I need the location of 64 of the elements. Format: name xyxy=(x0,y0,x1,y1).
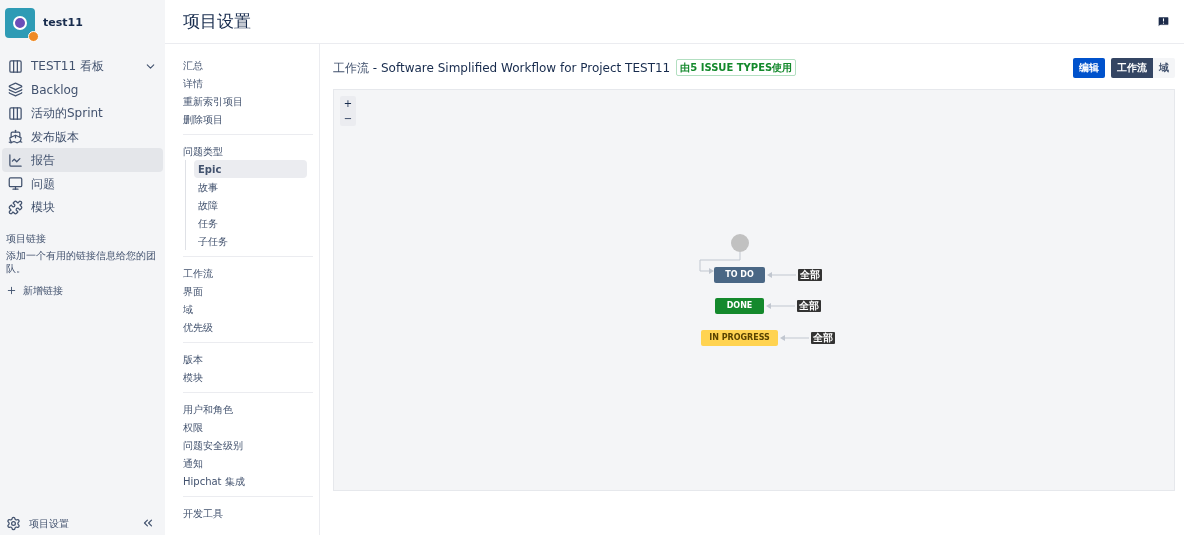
status-node[interactable]: IN PROGRESS xyxy=(701,330,778,346)
sidebar-item[interactable]: 活动的Sprint xyxy=(2,101,163,125)
zoom-button[interactable]: − xyxy=(340,111,356,126)
settings-nav-item[interactable]: 模块 xyxy=(183,368,313,386)
settings-nav-item[interactable]: 权限 xyxy=(183,418,313,436)
transition-arrow xyxy=(780,335,809,341)
footer-label[interactable]: 项目设置 xyxy=(29,515,133,531)
settings-nav-item[interactable]: 通知 xyxy=(183,454,313,472)
settings-nav-item[interactable]: 任务 xyxy=(194,214,307,232)
sidebar-item[interactable]: Backlog xyxy=(2,77,163,102)
toolbar-button[interactable]: 编辑 xyxy=(1073,57,1105,78)
settings-nav-item[interactable]: 域 xyxy=(183,300,313,318)
settings-nav-item[interactable]: 详情 xyxy=(183,74,313,92)
status-node[interactable]: TO DO xyxy=(714,267,765,283)
zoom-button[interactable]: + xyxy=(340,96,356,111)
transition-label: 全部 xyxy=(797,300,821,312)
plus-icon xyxy=(6,284,17,296)
transition-label: 全部 xyxy=(811,332,835,344)
settings-nav-item[interactable]: 界面 xyxy=(183,282,313,300)
initial-transition xyxy=(698,252,741,276)
columns-icon xyxy=(8,105,23,121)
settings-nav-item[interactable]: Epic xyxy=(194,160,307,178)
toolbar-button[interactable]: 域 xyxy=(1153,57,1175,78)
settings-nav-item[interactable]: 用户和角色 xyxy=(183,400,313,418)
settings-nav-item[interactable]: 删除项目 xyxy=(183,110,313,128)
add-link-button[interactable]: 新增链接 xyxy=(0,282,165,298)
sidebar-item[interactable]: 问题 xyxy=(2,171,163,196)
page-title: 项目设置 xyxy=(183,9,251,33)
settings-nav-item[interactable]: 工作流 xyxy=(183,264,313,282)
settings-nav-item[interactable]: 优先级 xyxy=(183,318,313,336)
settings-nav-item[interactable]: 开发工具 xyxy=(183,504,313,522)
puzzle-icon xyxy=(8,199,23,215)
settings-nav-item[interactable]: 汇总 xyxy=(183,56,313,74)
links-title: 项目链接 xyxy=(5,231,47,246)
sidebar-item[interactable]: 发布版本 xyxy=(2,124,163,149)
ship-icon xyxy=(8,129,23,144)
settings-nav-item[interactable]: Hipchat 集成 xyxy=(183,472,313,490)
settings-nav-item[interactable]: 版本 xyxy=(183,350,313,368)
toolbar-button[interactable]: 工作流 xyxy=(1111,57,1153,78)
workflow-title: 工作流 - Software Simplified Workflow for Project TEST11 xyxy=(333,59,671,77)
transition-arrow xyxy=(767,272,796,278)
settings-icon xyxy=(6,515,21,531)
settings-nav-item[interactable]: 故事 xyxy=(194,178,307,196)
sidebar-item[interactable]: 报告 xyxy=(2,148,163,172)
transition-arrow xyxy=(766,303,795,309)
monitor-icon xyxy=(8,176,23,191)
project-name: test11 xyxy=(43,14,83,31)
settings-nav-item[interactable]: 子任务 xyxy=(194,232,307,250)
start-node xyxy=(731,234,749,252)
transition-label: 全部 xyxy=(798,269,822,281)
board-icon xyxy=(8,58,23,74)
settings-nav-item[interactable]: 故障 xyxy=(194,196,307,214)
feedback-icon[interactable] xyxy=(1157,15,1170,28)
usage-badge: 由5 ISSUE TYPES使用 xyxy=(676,59,797,76)
settings-nav-item[interactable]: 问题类型 xyxy=(183,142,313,160)
stack-icon xyxy=(8,82,23,97)
sidebar-item[interactable]: TEST11 看板 xyxy=(2,54,163,78)
collapse-icon[interactable] xyxy=(141,516,155,530)
settings-nav-item[interactable]: 重新索引项目 xyxy=(183,92,313,110)
settings-nav-item[interactable]: 问题安全级别 xyxy=(183,436,313,454)
status-node[interactable]: DONE xyxy=(715,298,764,314)
sidebar-item[interactable]: 模块 xyxy=(2,195,163,219)
links-hint: 添加一个有用的链接信息给您的团队。 xyxy=(5,248,157,275)
chart-icon xyxy=(8,152,23,168)
